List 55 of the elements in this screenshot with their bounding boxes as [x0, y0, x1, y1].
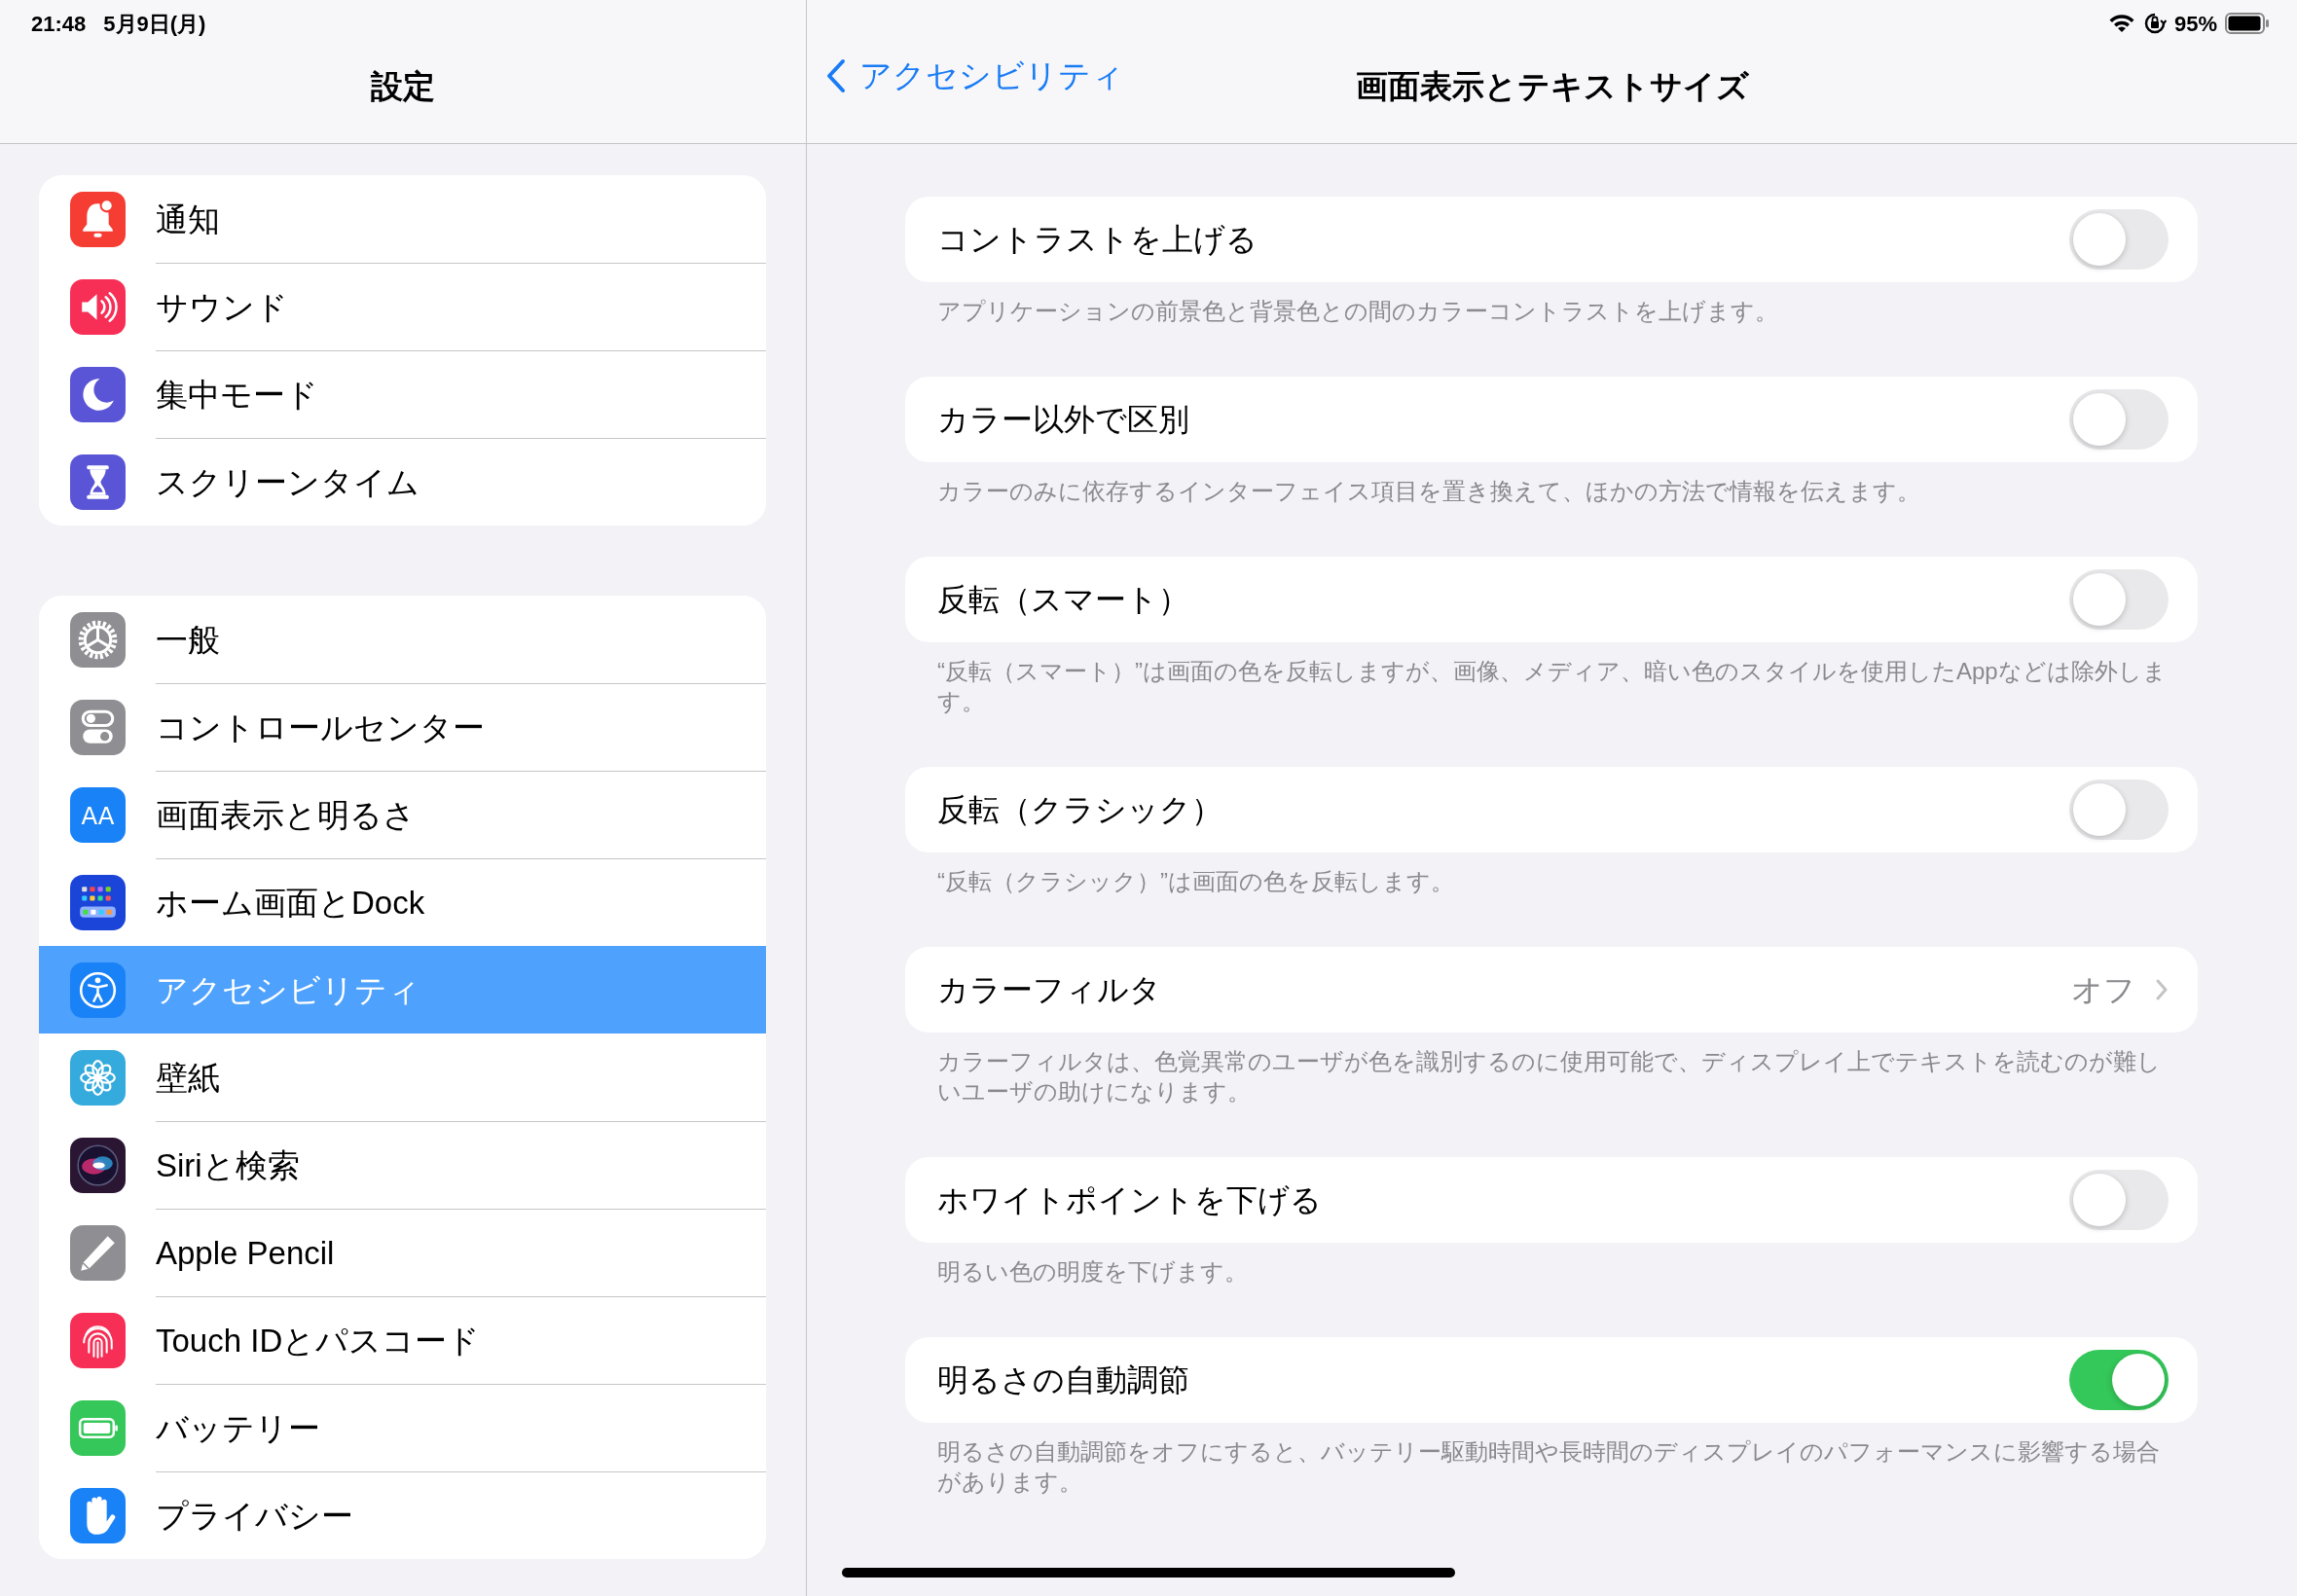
- setting-row[interactable]: コントラストを上げる: [905, 197, 2198, 282]
- item-label: プライバシー: [156, 1496, 353, 1536]
- item-label: 画面表示と明るさ: [156, 795, 416, 835]
- battery-percent: 95%: [2173, 10, 2217, 38]
- item-label: 集中モード: [156, 375, 318, 415]
- setting-row[interactable]: ホワイトポイントを下げる: [905, 1157, 2198, 1243]
- item-label: スクリーンタイム: [156, 462, 419, 502]
- setting-description: “反転（クラシック）”は画面の色を反転します。: [937, 868, 1454, 894]
- setting-label: 明るさの自動調節: [937, 1361, 1190, 1399]
- orientation-lock-icon: [2142, 12, 2167, 35]
- item-label: Apple Pencil: [156, 1233, 335, 1273]
- toggle-switch[interactable]: [2069, 1170, 2169, 1230]
- toggle-switch[interactable]: [2069, 1350, 2169, 1410]
- item-label: 通知: [156, 200, 220, 239]
- setting-description: アプリケーションの前景色と背景色との間のカラーコントラストを上げます。: [937, 298, 1778, 324]
- item-label: 壁紙: [156, 1058, 220, 1098]
- setting-value: オフ: [2071, 971, 2135, 1009]
- setting-row[interactable]: カラー以外で区別: [905, 377, 2198, 462]
- wifi-icon: [2107, 13, 2135, 34]
- battery-icon: [2225, 13, 2270, 34]
- setting-label: コントラストを上げる: [937, 221, 1258, 259]
- item-label: コントロールセンター: [156, 707, 485, 747]
- sidebar-title: 設定: [371, 66, 435, 106]
- toggle-switch[interactable]: [2069, 209, 2169, 270]
- setting-row[interactable]: カラーフィルタ オフ: [905, 947, 2198, 1033]
- page-title: 画面表示とテキストサイズ: [1355, 66, 1749, 106]
- status-time: 21:48: [31, 10, 87, 38]
- item-label: 一般: [156, 620, 220, 660]
- setting-description: カラーフィルタは、色覚異常のユーザが色を識別するのに使用可能で、ディスプレイ上でテキストを読むのが難しいユーザの助けになります。: [937, 1048, 2161, 1105]
- toggle-switch[interactable]: [2069, 389, 2169, 450]
- setting-label: カラーフィルタ: [937, 971, 1162, 1009]
- setting-description: カラーのみに依存するインターフェイス項目を置き換えて、ほかの方法で情報を伝えます。: [937, 478, 1920, 504]
- item-label: Touch IDとパスコード: [156, 1321, 481, 1360]
- setting-label: 反転（スマート）: [937, 581, 1190, 619]
- item-label: サウンド: [156, 287, 288, 327]
- chevron-right-icon: [2155, 978, 2169, 1001]
- toggle-switch[interactable]: [2069, 569, 2169, 630]
- status-date: 5月9日(月): [103, 10, 206, 38]
- item-label: Siriと検索: [156, 1145, 300, 1185]
- setting-description: 明るい色の明度を下げます。: [937, 1258, 1248, 1285]
- back-button[interactable]: アクセシビリティ: [826, 47, 1124, 105]
- setting-description: “反転（スマート）”は画面の色を反転しますが、画像、メディア、暗い色のスタイルを使用したAppなどは除外します。: [937, 658, 2167, 714]
- item-label: バッテリー: [156, 1408, 320, 1448]
- item-label: アクセシビリティ: [156, 970, 420, 1010]
- item-label: ホーム画面とDock: [156, 883, 425, 923]
- setting-description: 明るさの自動調節をオフにすると、バッテリー駆動時間や長時間のディスプレイのパフォーマンスに影響する場合があります。: [937, 1438, 2160, 1495]
- setting-row[interactable]: 明るさの自動調節: [905, 1337, 2198, 1423]
- chevron-left-icon: [826, 58, 846, 93]
- setting-label: カラー以外で区別: [937, 401, 1190, 439]
- text-size-icon: AA: [70, 786, 126, 843]
- toggle-switch[interactable]: [2069, 780, 2169, 840]
- setting-label: ホワイトポイントを下げる: [937, 1181, 1323, 1219]
- setting-row[interactable]: 反転（クラシック）: [905, 767, 2198, 852]
- setting-label: 反転（クラシック）: [937, 791, 1223, 829]
- setting-row[interactable]: 反転（スマート）: [905, 557, 2198, 642]
